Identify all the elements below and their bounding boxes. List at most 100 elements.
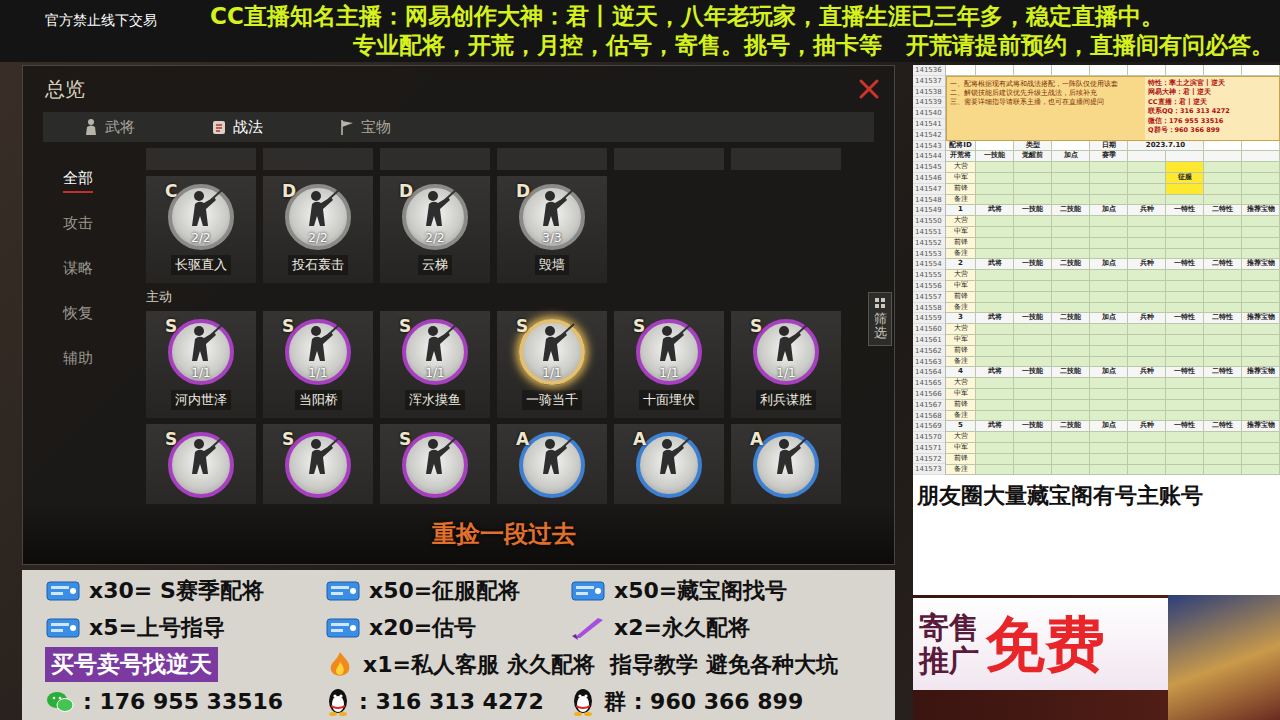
sheet-cell[interactable] (1204, 303, 1242, 314)
sheet-cell[interactable] (1090, 454, 1128, 465)
sheet-cell[interactable] (1090, 335, 1128, 346)
sheet-cell[interactable] (1204, 432, 1242, 443)
sidebar-item[interactable]: 攻击 (23, 203, 133, 248)
sheet-cell[interactable] (1014, 443, 1052, 454)
sheet-cell[interactable] (1204, 195, 1242, 206)
sheet-cell[interactable] (1090, 357, 1128, 368)
sheet-cell[interactable] (1242, 411, 1280, 422)
close-icon[interactable] (858, 78, 880, 100)
sheet-cell[interactable] (1204, 162, 1242, 173)
sheet-cell[interactable]: 加点 (1090, 259, 1128, 270)
sheet-cell[interactable] (1204, 400, 1242, 411)
sheet-cell[interactable] (1128, 249, 1166, 260)
sheet-cell[interactable] (1204, 324, 1242, 335)
skill-card[interactable]: C2/2长驱直入 (146, 176, 256, 283)
sheet-cell[interactable] (1128, 151, 1166, 162)
sheet-cell[interactable]: 类型 (1014, 141, 1052, 152)
sheet-cell[interactable]: 一技能 (1014, 367, 1052, 378)
sheet-cell[interactable]: 二特性 (1204, 421, 1242, 432)
sheet-cell[interactable] (1014, 195, 1052, 206)
sheet-cell[interactable] (1090, 162, 1128, 173)
sheet-cell[interactable]: 二特性 (1204, 259, 1242, 270)
sheet-cell[interactable] (1242, 238, 1280, 249)
sheet-cell[interactable]: 加点 (1090, 421, 1128, 432)
sheet-cell[interactable] (1052, 173, 1090, 184)
sheet-cell[interactable] (1128, 216, 1166, 227)
sheet-cell[interactable]: 赛季 (1090, 151, 1128, 162)
sheet-cell[interactable] (1014, 357, 1052, 368)
sheet-cell[interactable] (1242, 292, 1280, 303)
sheet-cell[interactable] (1128, 303, 1166, 314)
sheet-cell[interactable] (1090, 216, 1128, 227)
sheet-cell[interactable] (976, 335, 1014, 346)
sheet-cell[interactable]: 1 (946, 205, 976, 216)
sheet-cell[interactable] (1128, 65, 1166, 76)
skill-card[interactable]: S (380, 424, 490, 504)
sheet-cell[interactable] (1204, 281, 1242, 292)
skill-card[interactable]: A (497, 424, 607, 504)
tab[interactable]: 武将 (83, 112, 211, 142)
sheet-cell[interactable]: 推荐宝物 (1242, 259, 1280, 270)
sheet-cell[interactable] (1014, 162, 1052, 173)
skill-card[interactable] (380, 148, 490, 170)
sheet-cell[interactable] (1090, 432, 1128, 443)
sheet-cell[interactable] (976, 346, 1014, 357)
sheet-cell[interactable] (1204, 389, 1242, 400)
sheet-cell[interactable] (1090, 400, 1128, 411)
sheet-cell[interactable] (1014, 270, 1052, 281)
sheet-cell[interactable] (1166, 465, 1204, 476)
sheet-cell[interactable] (1090, 389, 1128, 400)
sheet-cell[interactable] (1052, 292, 1090, 303)
sheet-cell[interactable]: 二特性 (1204, 367, 1242, 378)
sheet-cell[interactable] (1052, 303, 1090, 314)
sheet-cell[interactable] (1128, 335, 1166, 346)
sheet-cell[interactable]: 大营 (946, 324, 976, 335)
sheet-cell[interactable] (976, 324, 1014, 335)
skill-card[interactable]: S1/1一骑当千 (497, 311, 607, 418)
sheet-cell[interactable] (1128, 238, 1166, 249)
sheet-cell[interactable]: 一技能 (1014, 313, 1052, 324)
skill-card[interactable]: S1/1十面埋伏 (614, 311, 724, 418)
sheet-cell[interactable]: 加点 (1052, 151, 1090, 162)
sheet-cell[interactable]: 推荐宝物 (1242, 367, 1280, 378)
sheet-cell[interactable]: 武将 (976, 421, 1014, 432)
sheet-cell[interactable] (1204, 411, 1242, 422)
sheet-cell[interactable] (1128, 270, 1166, 281)
sheet-cell[interactable]: 一特性 (1166, 367, 1204, 378)
sheet-cell[interactable] (1204, 227, 1242, 238)
sheet-cell[interactable] (1090, 249, 1128, 260)
sheet-cell[interactable] (1014, 378, 1052, 389)
sheet-cell[interactable]: 备注 (946, 195, 976, 206)
sheet-cell[interactable] (1242, 249, 1280, 260)
sheet-cell[interactable]: 征服 (1166, 173, 1204, 184)
sheet-cell[interactable]: 一技能 (976, 151, 1014, 162)
sheet-cell[interactable] (1014, 389, 1052, 400)
sheet-cell[interactable] (1204, 378, 1242, 389)
sheet-cell[interactable] (1242, 346, 1280, 357)
sheet-cell[interactable] (1014, 184, 1052, 195)
tab[interactable]: 战法 (211, 112, 339, 142)
sheet-cell[interactable] (1014, 65, 1052, 76)
sheet-cell[interactable] (1090, 346, 1128, 357)
sheet-cell[interactable] (1204, 151, 1242, 162)
sheet-cell[interactable] (976, 162, 1014, 173)
sheet-cell[interactable]: 中军 (946, 389, 976, 400)
sheet-cell[interactable] (1242, 378, 1280, 389)
sheet-cell[interactable] (976, 443, 1014, 454)
sheet-cell[interactable] (976, 411, 1014, 422)
sheet-cell[interactable] (1204, 443, 1242, 454)
sheet-cell[interactable] (1128, 324, 1166, 335)
sheet-cell[interactable] (1128, 173, 1166, 184)
sheet-cell[interactable] (1242, 454, 1280, 465)
sheet-cell[interactable] (1090, 227, 1128, 238)
sheet-cell[interactable] (1052, 400, 1090, 411)
sheet-cell[interactable] (976, 303, 1014, 314)
sheet-cell[interactable] (1166, 454, 1204, 465)
sheet-cell[interactable] (1128, 400, 1166, 411)
sheet-cell[interactable] (1128, 378, 1166, 389)
sheet-cell[interactable]: 备注 (946, 357, 976, 368)
sheet-cell[interactable] (1090, 303, 1128, 314)
sheet-cell[interactable] (1204, 184, 1242, 195)
sheet-cell[interactable] (1052, 357, 1090, 368)
skill-card[interactable]: D2/2投石轰击 (263, 176, 373, 283)
